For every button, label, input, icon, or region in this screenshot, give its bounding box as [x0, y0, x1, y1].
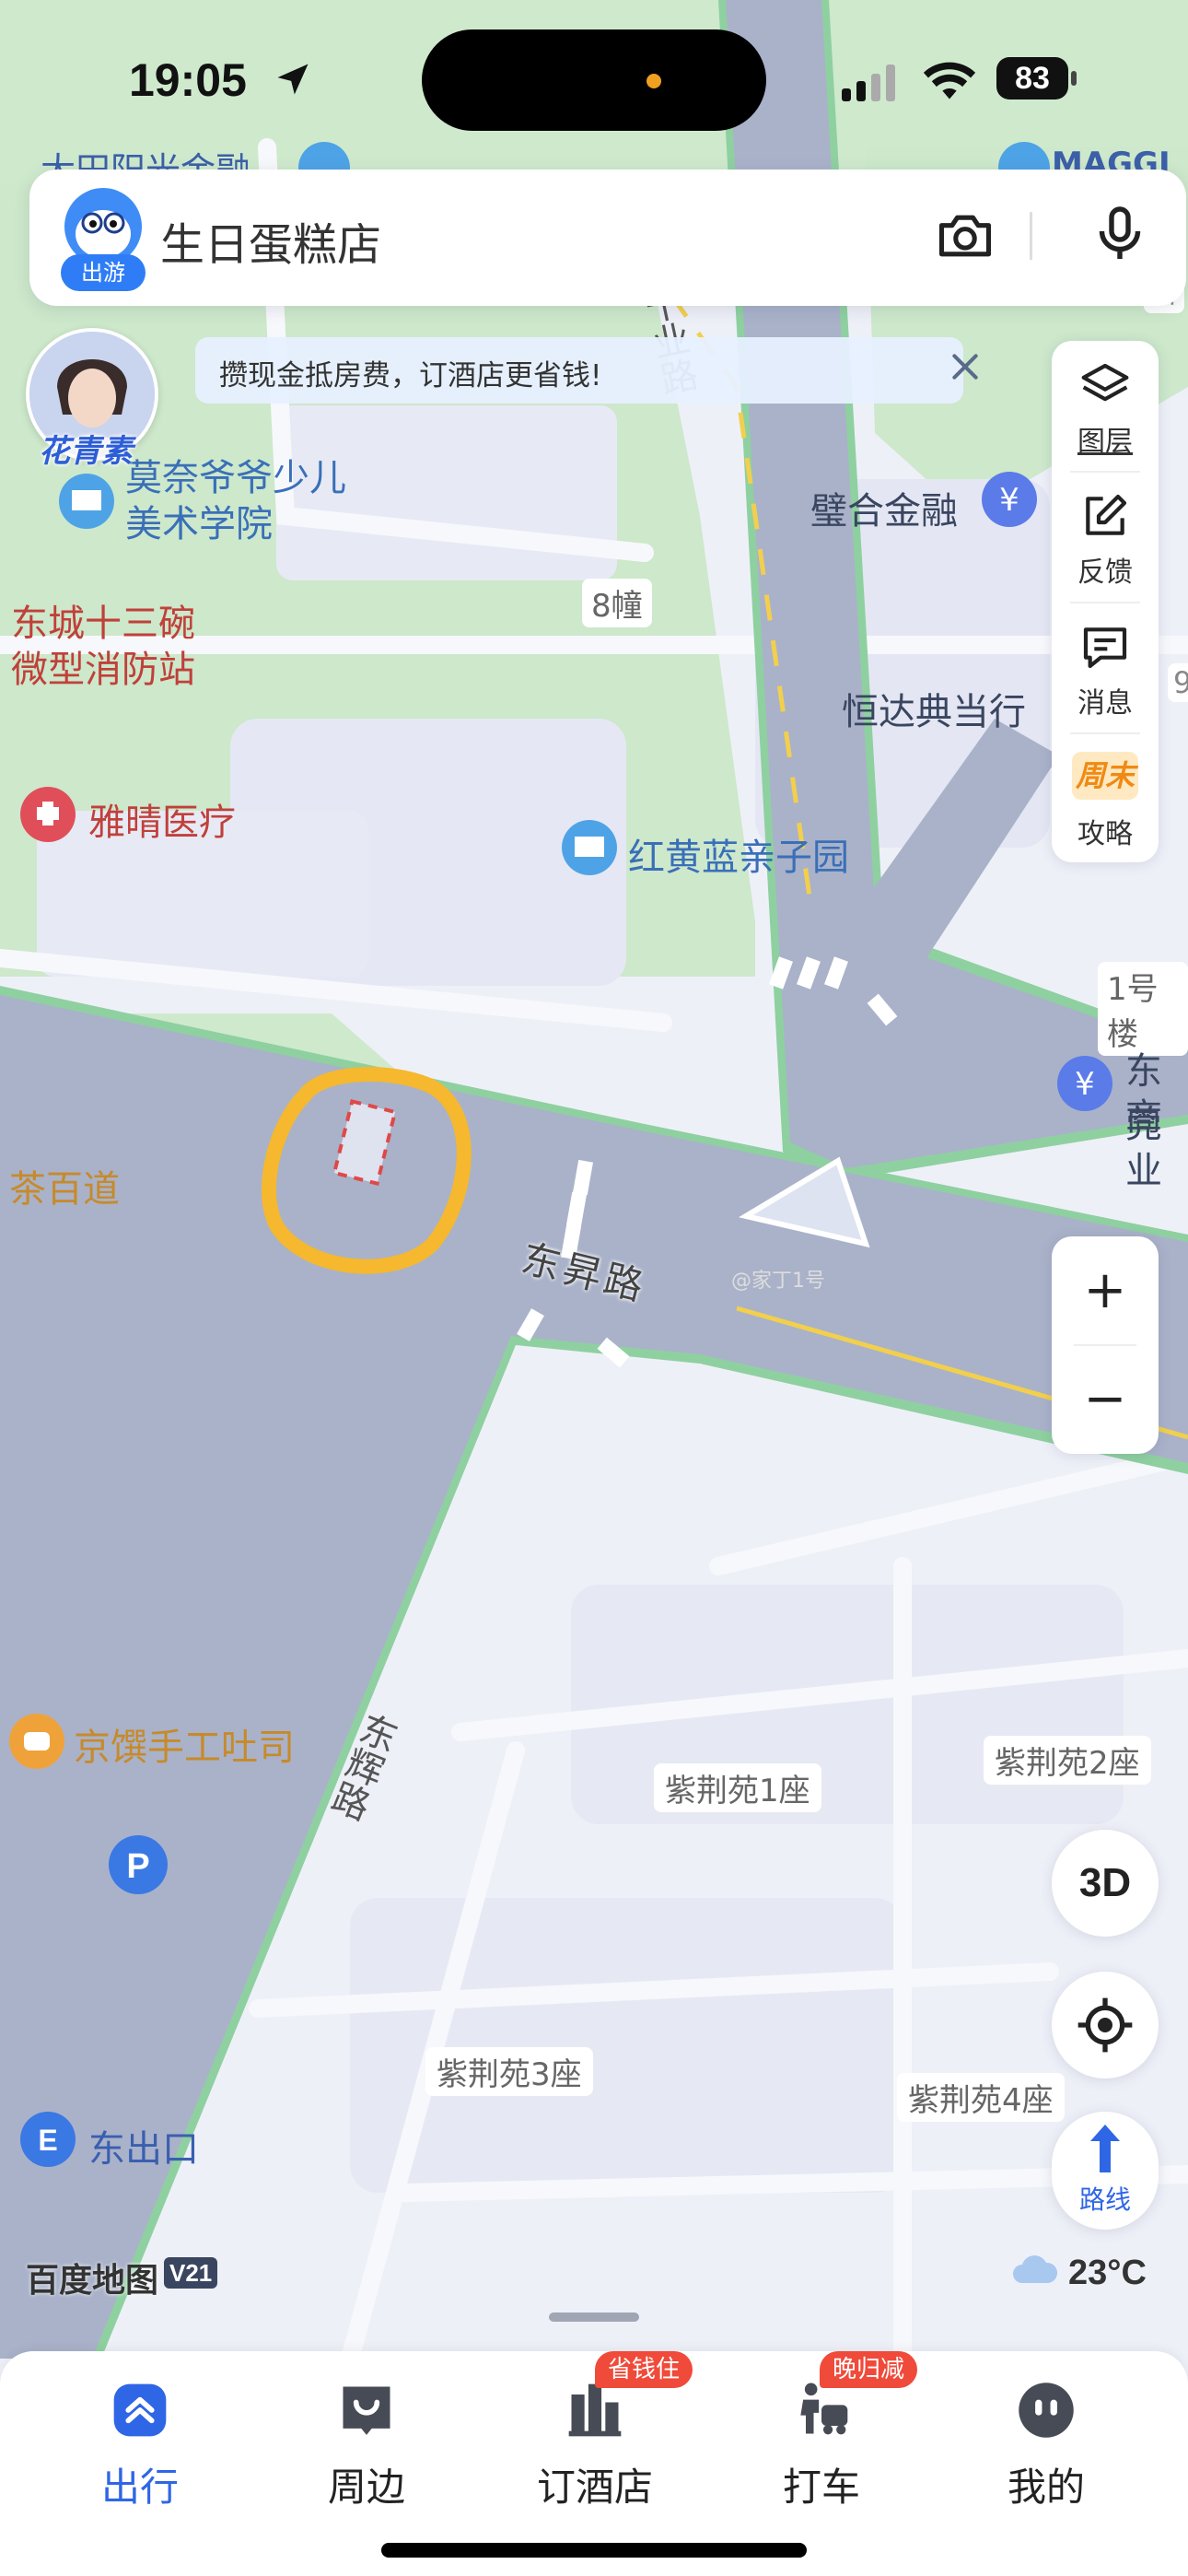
cloud-icon — [1013, 2255, 1057, 2283]
edit-icon — [1086, 494, 1127, 535]
zoom-control: + − — [1052, 1236, 1159, 1454]
svg-text:E: E — [38, 2124, 57, 2157]
profile-icon — [1019, 2383, 1074, 2438]
mascot-label[interactable]: 出游 — [61, 254, 146, 291]
tab-travel[interactable]: 出行 — [57, 2371, 223, 2510]
signal-icon — [842, 64, 895, 101]
locate-button[interactable] — [1052, 1972, 1159, 2078]
dynamic-island — [422, 29, 766, 131]
home-indicator — [381, 2543, 807, 2558]
tool-layers[interactable]: 图层 — [1052, 341, 1159, 472]
layers-icon — [1081, 363, 1129, 402]
recording-dot-icon — [646, 74, 661, 88]
hotel-badge: 省钱住 — [595, 2351, 693, 2388]
locate-icon — [1077, 1997, 1133, 2053]
tab-label: 订酒店 — [536, 2465, 653, 2510]
tab-label: 出行 — [100, 2465, 179, 2510]
tab-label: 我的 — [1007, 2465, 1085, 2510]
svg-text:P: P — [126, 1847, 149, 1886]
zoom-out-button[interactable]: − — [1052, 1345, 1159, 1454]
status-time: 19:05 — [129, 54, 247, 106]
tool-feedback[interactable]: 反馈 — [1052, 472, 1159, 603]
map-logo: 百度地图 — [26, 2262, 159, 2300]
wifi-icon — [923, 62, 976, 100]
zoom-in-button[interactable]: + — [1052, 1236, 1159, 1345]
route-button[interactable]: 路线 — [1052, 2112, 1159, 2230]
svg-text:¥: ¥ — [1075, 1066, 1095, 1103]
promo-text: 攒现金抵房费，订酒店更省钱! — [219, 359, 602, 392]
battery-indicator: 83 — [996, 57, 1068, 100]
tool-label: 攻略 — [1077, 818, 1133, 850]
taxi-badge: 晚归减 — [820, 2351, 918, 2388]
avatar-name: 花青素 — [39, 433, 133, 470]
promo-banner[interactable]: 攒现金抵房费，订酒店更省钱! — [195, 337, 963, 404]
tab-label: 周边 — [327, 2465, 405, 2510]
tool-messages[interactable]: 消息 — [1052, 603, 1159, 733]
3d-button[interactable]: 3D — [1052, 1830, 1159, 1937]
route-label: 路线 — [1078, 2184, 1131, 2215]
battery-nub — [1071, 71, 1077, 86]
tab-taxi[interactable]: 打车 — [739, 2371, 904, 2510]
tab-label: 打车 — [782, 2465, 860, 2510]
weekend-badge-icon: 周末 — [1072, 752, 1138, 800]
map-tools-panel: 图层 反馈 消息 周末 攻略 — [1052, 341, 1159, 862]
map-logo-version: V21 — [164, 2257, 218, 2289]
tab-hotel[interactable]: 订酒店 — [512, 2371, 678, 2510]
svg-text:¥: ¥ — [999, 482, 1019, 519]
search-bar[interactable]: 出游 生日蛋糕店 — [29, 170, 1186, 306]
tool-label: 图层 — [1077, 426, 1133, 458]
route-arrow-icon — [1090, 2125, 1120, 2172]
hotel-icon — [568, 2383, 622, 2437]
tab-nearby[interactable]: 周边 — [284, 2371, 449, 2510]
travel-icon — [113, 2383, 167, 2437]
location-arrow-icon — [277, 64, 309, 95]
message-icon — [1083, 627, 1127, 669]
nearby-icon — [343, 2386, 390, 2435]
temperature: 23°C — [1068, 2254, 1147, 2292]
tool-label: 消息 — [1077, 687, 1133, 720]
drag-handle[interactable] — [549, 2313, 639, 2322]
close-icon[interactable] — [947, 348, 984, 385]
tab-profile[interactable]: 我的 — [963, 2371, 1129, 2510]
tool-guide[interactable]: 周末 攻略 — [1052, 733, 1159, 864]
tool-label: 反馈 — [1077, 556, 1133, 589]
taxi-icon — [800, 2383, 848, 2435]
search-divider — [1030, 212, 1032, 260]
search-input[interactable]: 生日蛋糕店 — [160, 208, 381, 273]
camera-icon[interactable] — [934, 205, 996, 267]
microphone-icon[interactable] — [1087, 201, 1153, 267]
